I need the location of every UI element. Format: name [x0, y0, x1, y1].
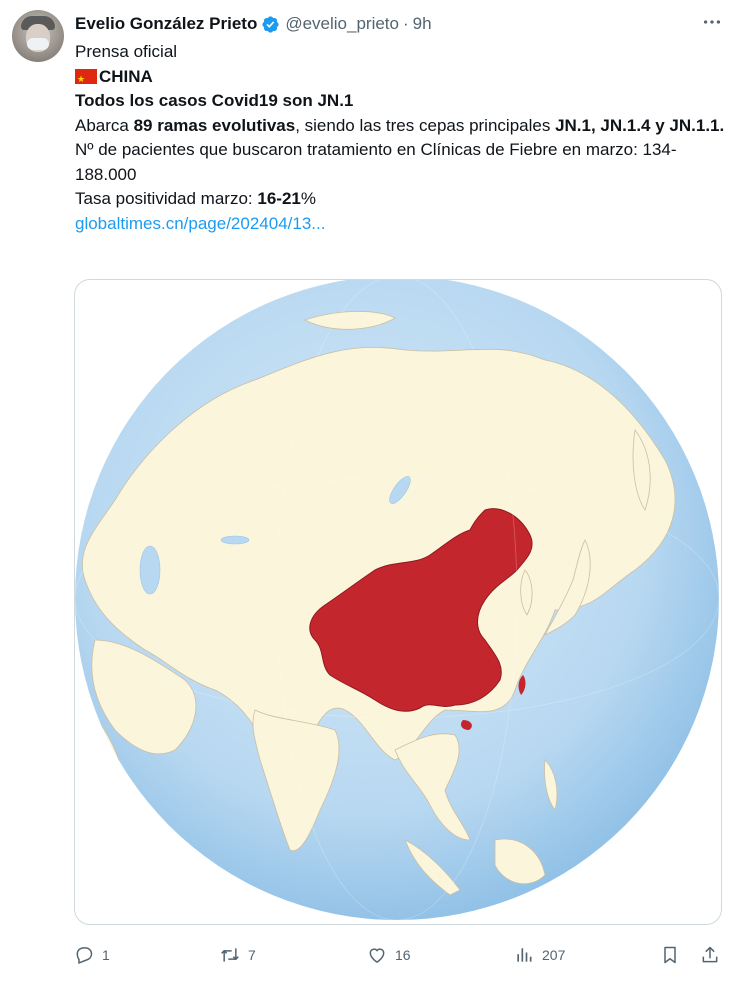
text-paragraph-ramas: Abarca 89 ramas evolutivas, siendo las t…: [75, 115, 725, 135]
more-icon[interactable]: [698, 11, 726, 37]
like-button[interactable]: 16: [367, 942, 411, 968]
share-icon: [702, 946, 718, 963]
views-count: 207: [542, 947, 566, 963]
timestamp[interactable]: 9h: [413, 14, 432, 34]
lake-balkhash: [220, 535, 250, 545]
verified-badge-icon: [262, 15, 279, 33]
reply-button[interactable]: 1: [74, 942, 110, 968]
retweet-count: 7: [248, 947, 256, 963]
country-label: CHINA: [99, 66, 153, 86]
text-headline: Todos los casos Covid19 son JN.1: [75, 91, 354, 110]
tweet: Evelio González Prieto @evelio_prieto · …: [0, 0, 754, 982]
views-button[interactable]: 207: [514, 942, 565, 968]
action-bar: 1 7 16 207: [74, 942, 734, 968]
text-paragraph-positividad: Tasa positividad marzo: 16-21%: [75, 189, 316, 208]
article-link[interactable]: globaltimes.cn/page/202404/13...: [75, 214, 325, 233]
author-handle[interactable]: @evelio_prieto: [285, 14, 399, 34]
retweet-icon: [221, 948, 239, 962]
text-paragraph-pacientes: Nº de pacientes que buscaron tratamiento…: [75, 140, 677, 184]
tweet-text: Prensa oficial CHINA Todos los casos Cov…: [75, 40, 725, 236]
text-line-country: CHINA: [75, 65, 725, 91]
reply-count: 1: [102, 947, 110, 963]
land-australia: [574, 895, 666, 920]
bookmark-button[interactable]: [660, 942, 688, 968]
like-count: 16: [395, 947, 411, 963]
retweet-button[interactable]: 7: [220, 942, 256, 968]
heart-icon: [369, 948, 385, 963]
bookmark-icon: [664, 946, 676, 964]
separator-dot: ·: [402, 14, 409, 33]
views-icon: [517, 948, 532, 962]
author-name[interactable]: Evelio González Prieto: [75, 14, 257, 34]
media-image[interactable]: [74, 279, 722, 925]
tweet-header: Evelio González Prieto @evelio_prieto · …: [75, 13, 432, 35]
share-button[interactable]: [700, 942, 728, 968]
reply-icon: [76, 947, 93, 965]
china-flag-icon: [75, 67, 97, 91]
caspian-sea: [139, 545, 161, 595]
avatar[interactable]: [12, 10, 64, 62]
text-line-prensa: Prensa oficial: [75, 42, 178, 61]
globe-map-image: [75, 280, 720, 921]
